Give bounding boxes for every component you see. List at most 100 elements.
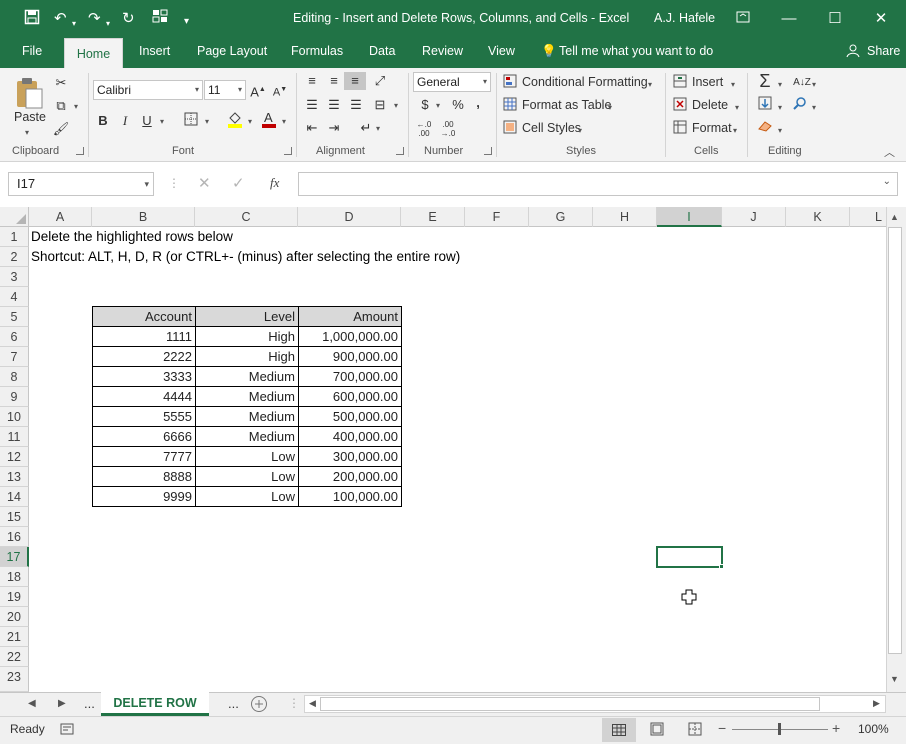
column-header-l[interactable]: L — [850, 207, 886, 227]
more-sheets-left[interactable]: ... — [84, 696, 95, 711]
align-left-icon[interactable]: ☰ — [302, 96, 322, 114]
amount-cell[interactable]: 500,000.00 — [298, 406, 402, 427]
account-cell[interactable]: 4444 — [92, 386, 196, 407]
decrease-font-icon[interactable]: A▼ — [272, 81, 288, 99]
align-center-icon[interactable]: ☰ — [324, 96, 344, 114]
repeat-icon[interactable]: ↻ — [122, 9, 135, 29]
tab-formulas[interactable]: Formulas — [291, 44, 343, 58]
orientation-icon[interactable]: ⤢ — [370, 72, 390, 90]
italic-button[interactable]: I — [118, 112, 132, 130]
fill-dropdown-icon[interactable]: ▾ — [778, 103, 782, 112]
user-name[interactable]: A.J. Hafele — [654, 11, 715, 25]
conditional-formatting-button[interactable]: Conditional Formatting — [522, 75, 648, 89]
header-level[interactable]: Level — [195, 306, 299, 327]
delete-dropdown-icon[interactable]: ▾ — [735, 103, 739, 112]
account-cell[interactable]: 7777 — [92, 446, 196, 467]
level-cell[interactable]: High — [195, 326, 299, 347]
find-dropdown-icon[interactable]: ▾ — [812, 103, 816, 112]
macro-record-icon[interactable] — [60, 722, 74, 739]
scroll-left-icon[interactable]: ◀ — [309, 698, 316, 709]
account-cell[interactable]: 8888 — [92, 466, 196, 487]
tab-splitter-icon[interactable]: ⋮ — [288, 696, 300, 710]
column-header-g[interactable]: G — [529, 207, 593, 227]
amount-cell[interactable]: 100,000.00 — [298, 486, 402, 507]
paste-button[interactable]: Paste — [14, 110, 46, 124]
find-select-icon[interactable] — [792, 96, 808, 114]
zoom-level[interactable]: 100% — [858, 722, 889, 736]
column-header-i[interactable]: I — [657, 207, 722, 227]
level-cell[interactable]: Low — [195, 466, 299, 487]
tab-file[interactable]: File — [22, 44, 42, 58]
maximize-icon[interactable]: ☐ — [820, 6, 850, 32]
row-header[interactable]: 20 — [0, 607, 29, 627]
row-header[interactable]: 8 — [0, 367, 29, 387]
insert-button[interactable]: Insert — [692, 75, 723, 89]
alignment-launcher-icon[interactable] — [396, 147, 404, 155]
insert-function-button[interactable]: fx — [270, 175, 279, 191]
column-header-c[interactable]: C — [195, 207, 298, 227]
level-cell[interactable]: Medium — [195, 386, 299, 407]
row-header[interactable]: 17 — [0, 547, 29, 567]
merge-dropdown-icon[interactable]: ▾ — [394, 101, 398, 110]
account-cell[interactable]: 1111 — [92, 326, 196, 347]
select-all-button[interactable] — [0, 207, 29, 227]
underline-dropdown-icon[interactable]: ▾ — [160, 117, 164, 126]
clear-icon[interactable] — [756, 119, 774, 137]
horizontal-scroll-thumb[interactable] — [320, 697, 820, 711]
formula-input[interactable]: ⌄ — [298, 172, 898, 196]
minimize-icon[interactable]: — — [774, 6, 804, 32]
row-header[interactable]: 4 — [0, 287, 29, 307]
account-cell[interactable]: 6666 — [92, 426, 196, 447]
font-size-select[interactable]: 11 ▾ — [204, 80, 246, 100]
fill-handle[interactable] — [719, 564, 724, 569]
delete-button[interactable]: Delete — [692, 98, 728, 112]
decrease-indent-icon[interactable]: ⇤ — [302, 119, 322, 137]
level-cell[interactable]: Medium — [195, 366, 299, 387]
column-header-e[interactable]: E — [401, 207, 465, 227]
amount-cell[interactable]: 1,000,000.00 — [298, 326, 402, 347]
row-header[interactable]: 1 — [0, 227, 29, 247]
row-header[interactable]: 3 — [0, 267, 29, 287]
font-color-dropdown-icon[interactable]: ▾ — [282, 117, 286, 126]
level-cell[interactable]: Medium — [195, 406, 299, 427]
merge-center-icon[interactable]: ⊟ — [370, 96, 390, 114]
row-header[interactable]: 22 — [0, 647, 29, 667]
font-color-icon[interactable]: A — [260, 110, 278, 128]
autosum-icon[interactable]: Σ — [756, 72, 774, 90]
row-header[interactable]: 23 — [0, 667, 29, 692]
scroll-down-icon[interactable]: ▼ — [890, 674, 899, 684]
comma-button[interactable]: , — [472, 94, 484, 112]
redo-dropdown-icon[interactable]: ▾ — [106, 14, 110, 34]
scroll-right-icon[interactable]: ▶ — [873, 698, 880, 709]
tell-me-search[interactable]: Tell me what you want to do — [559, 44, 713, 58]
decrease-decimal-icon[interactable]: .00 →.0 — [438, 120, 458, 138]
amount-cell[interactable]: 300,000.00 — [298, 446, 402, 467]
row-header[interactable]: 18 — [0, 567, 29, 587]
column-header-d[interactable]: D — [298, 207, 401, 227]
row-header[interactable]: 10 — [0, 407, 29, 427]
ribbon-display-icon[interactable] — [728, 6, 758, 32]
column-header-j[interactable]: J — [722, 207, 786, 227]
enter-formula-icon[interactable]: ✓ — [232, 174, 245, 192]
middle-align-icon[interactable]: ≡ — [324, 72, 344, 90]
scroll-up-icon[interactable]: ▲ — [890, 212, 899, 222]
form-icon[interactable] — [152, 9, 168, 29]
fill-color-dropdown-icon[interactable]: ▾ — [248, 117, 252, 126]
wrap-dropdown-icon[interactable]: ▾ — [376, 124, 380, 133]
increase-indent-icon[interactable]: ⇥ — [324, 119, 344, 137]
more-sheets-right[interactable]: ... — [228, 696, 239, 711]
align-right-icon[interactable]: ☰ — [346, 96, 366, 114]
sort-filter-icon[interactable]: A↓Z — [792, 74, 812, 92]
format-table-icon[interactable] — [502, 97, 518, 115]
zoom-slider-thumb[interactable] — [778, 723, 781, 735]
close-icon[interactable]: ✕ — [866, 6, 896, 32]
bold-button[interactable]: B — [96, 112, 110, 130]
wrap-text-icon[interactable]: ↵ — [356, 119, 376, 137]
normal-view-button[interactable] — [602, 718, 636, 742]
header-account[interactable]: Account — [92, 306, 196, 327]
cut-icon[interactable]: ✂ — [52, 74, 70, 92]
amount-cell[interactable]: 400,000.00 — [298, 426, 402, 447]
row-header[interactable]: 16 — [0, 527, 29, 547]
tab-review[interactable]: Review — [422, 44, 463, 58]
amount-cell[interactable]: 200,000.00 — [298, 466, 402, 487]
